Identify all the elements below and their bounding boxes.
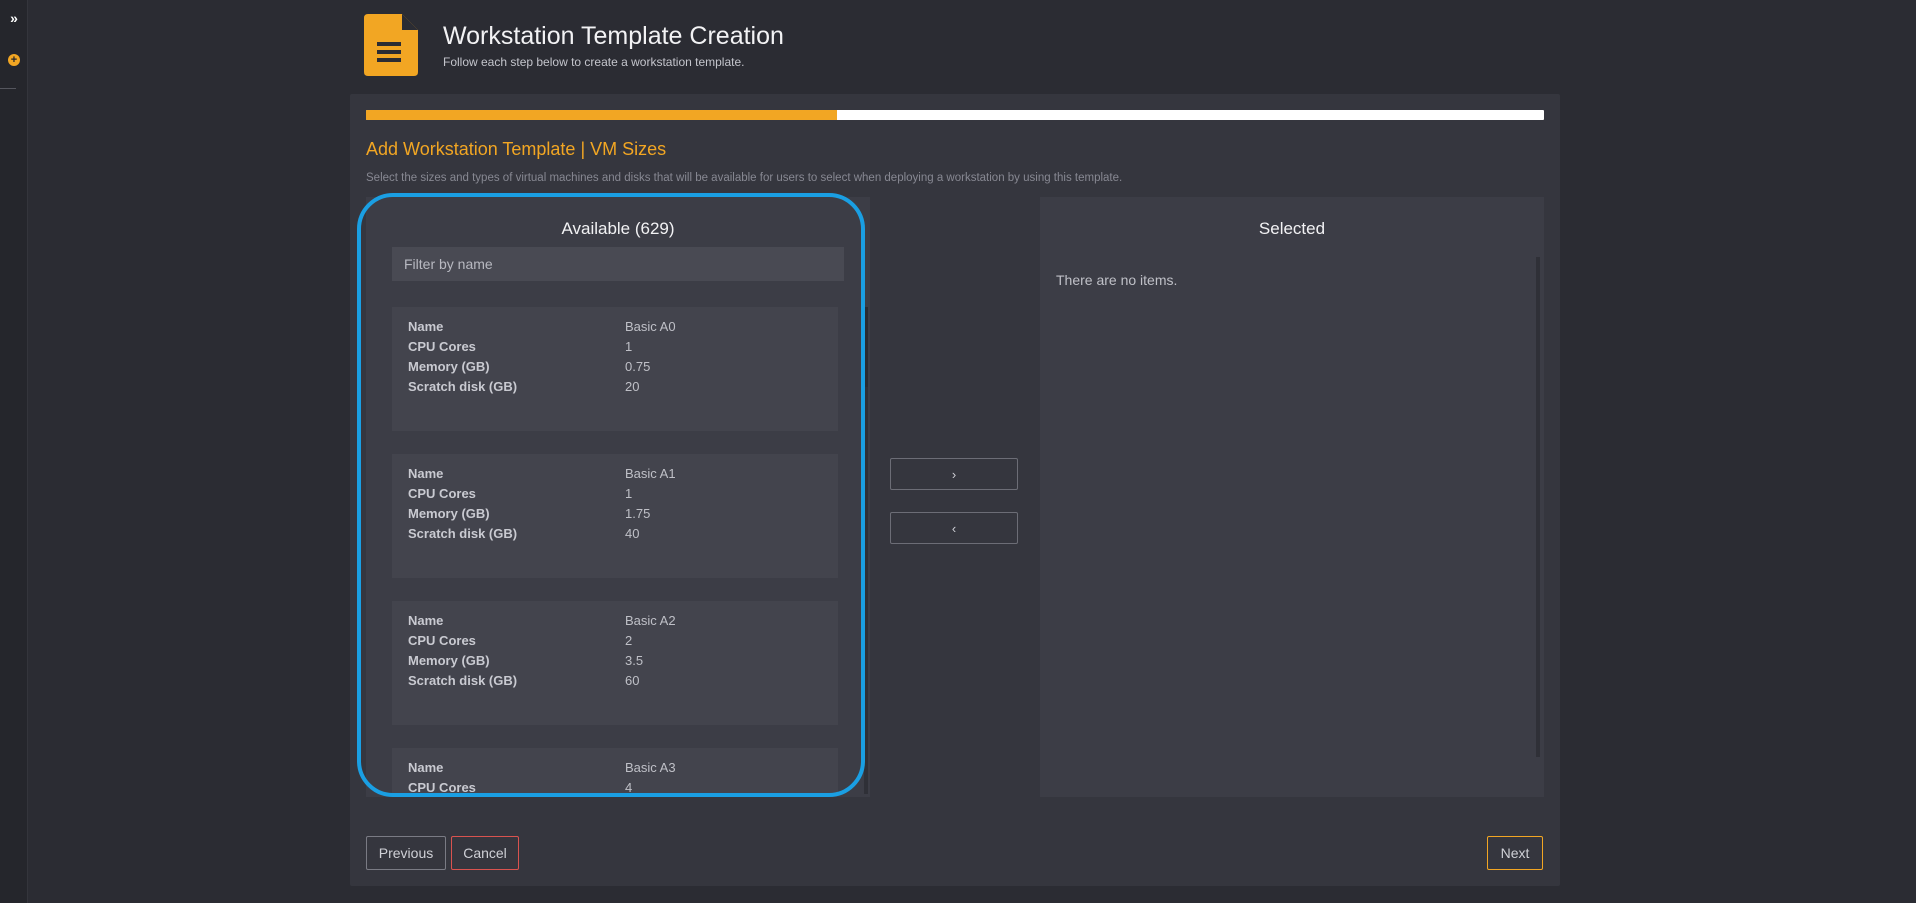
vm-field-value: 60 [625, 673, 640, 688]
vm-field-label: CPU Cores [408, 780, 476, 794]
empty-message: There are no items. [1056, 272, 1178, 288]
step-description: Select the sizes and types of virtual ma… [366, 172, 1123, 184]
available-scrollbar-thumb[interactable] [864, 307, 868, 387]
vm-field-label: Scratch disk (GB) [408, 673, 518, 688]
sidebar-divider [0, 88, 16, 89]
vm-field-label: CPU Cores [408, 339, 476, 354]
vm-field-label: Name [408, 613, 444, 628]
step-title: Add Workstation Template | VM Sizes [366, 139, 667, 159]
vm-field-value: 1 [625, 339, 633, 354]
vm-field-value: 40 [625, 526, 640, 541]
page-title: Workstation Template Creation [443, 22, 784, 50]
vm-field-value: 1.75 [625, 506, 651, 521]
vm-field-label: Scratch disk (GB) [408, 526, 518, 541]
vm-field-value: 4 [625, 780, 633, 794]
vm-field-value: Basic A1 [625, 466, 676, 481]
selected-scrollbar[interactable] [1536, 257, 1540, 757]
vm-field-label: Name [408, 319, 444, 334]
available-list: Name Basic A0 CPU Cores 1 Memory (GB) 0.75 Scr… [392, 307, 866, 794]
vm-field-value: 3.5 [625, 653, 644, 668]
vm-field-label: CPU Cores [408, 633, 476, 648]
remove-selected-button[interactable]: ‹ [890, 512, 1018, 544]
vm-size-item[interactable]: Name Basic A3 CPU Cores 4 [392, 748, 838, 794]
selected-title: Selected [1258, 219, 1326, 238]
vm-field-value: Basic A3 [625, 760, 676, 775]
add-selected-button[interactable]: › [890, 458, 1018, 490]
chevron-double-right-icon[interactable]: » [6, 10, 22, 26]
vm-field-value: Basic A2 [625, 613, 676, 628]
vm-field-value: 0.75 [625, 359, 651, 374]
next-button[interactable]: Next [1487, 836, 1543, 870]
filter-input[interactable] [392, 247, 844, 281]
previous-button[interactable]: Previous [366, 836, 446, 870]
vm-field-value: 20 [625, 379, 640, 394]
available-scrollbar[interactable] [864, 307, 868, 794]
page-subtitle: Follow each step below to create a works… [443, 55, 745, 69]
vm-field-value: 2 [625, 633, 633, 648]
vm-field-label: Memory (GB) [408, 506, 490, 521]
cancel-button[interactable]: Cancel [451, 836, 519, 870]
available-title: Available (629) [561, 219, 675, 238]
vm-field-label: Memory (GB) [408, 359, 490, 374]
sidebar: » + [0, 0, 28, 903]
vm-size-item[interactable]: Name Basic A1 CPU Cores 1 Memory (GB) 1.75 Scr… [392, 454, 838, 578]
progress-bar [366, 110, 1544, 120]
selected-panel: Selected There are no items. [1040, 197, 1544, 797]
progress-bar-fill [366, 110, 838, 120]
vm-field-label: Name [408, 760, 444, 775]
plus-circle-icon[interactable]: + [8, 54, 20, 66]
vm-field-value: 1 [625, 486, 633, 501]
vm-field-label: Memory (GB) [408, 653, 490, 668]
available-panel: Available (629) Name Basic A0 CPU Cores 1 Me… [366, 197, 870, 797]
vm-size-item[interactable]: Name Basic A2 CPU Cores 2 Memory (GB) 3.5 Scra… [392, 601, 838, 725]
wizard-card: Add Workstation Template | VM Sizes Sele… [350, 94, 1560, 886]
vm-field-value: Basic A0 [625, 319, 676, 334]
vm-field-label: Name [408, 466, 444, 481]
document-icon [364, 14, 418, 76]
vm-field-label: Scratch disk (GB) [408, 379, 518, 394]
vm-size-item[interactable]: Name Basic A0 CPU Cores 1 Memory (GB) 0.75 Scr… [392, 307, 838, 431]
vm-field-label: CPU Cores [408, 486, 476, 501]
